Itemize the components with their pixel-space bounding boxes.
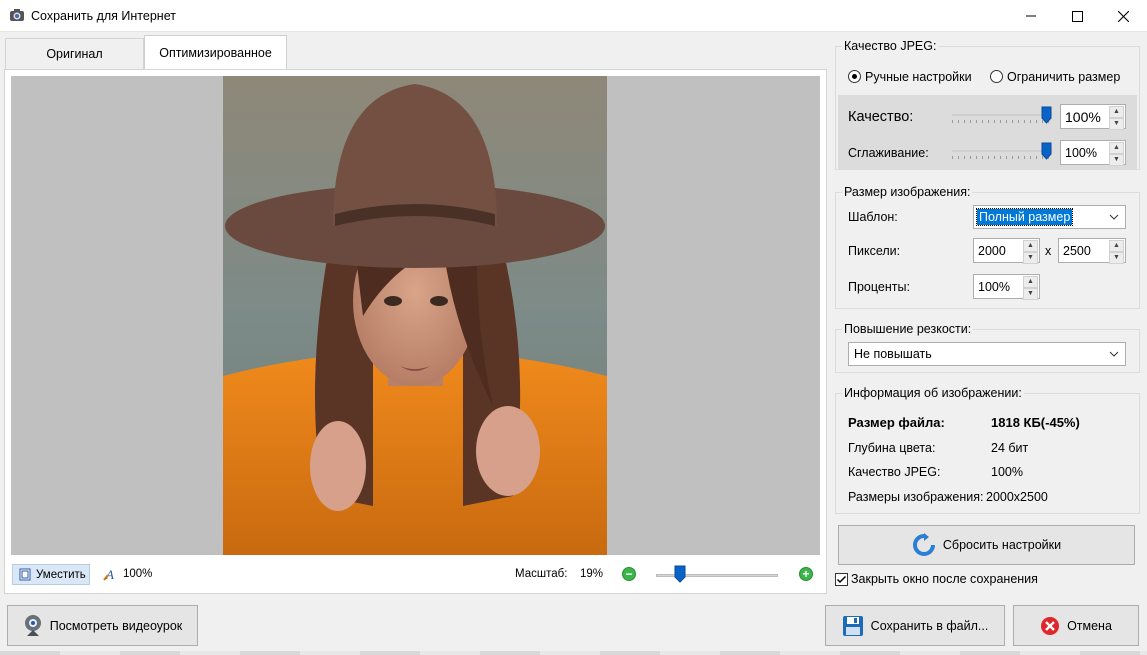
watch-video-label: Посмотреть видеоурок [49,618,183,633]
width-value: 2000 [978,243,1006,258]
image-info-group: Информация об изображении: Размер файла:… [835,386,1140,514]
pixels-label: Пиксели: [848,244,901,258]
minimize-icon [1026,15,1036,17]
width-up-icon[interactable]: ▲ [1023,240,1038,252]
jpeg-quality-group: Качество JPEG: Ручные настройки Ограничи… [835,39,1140,170]
fit-icon [19,568,31,581]
template-value: Полный размер [975,208,1074,226]
percent-value: 100% [978,279,1010,294]
window-title: Сохранить для Интернет [31,9,176,23]
close-after-save-checkbox[interactable]: Закрыть окно после сохранения [835,572,1038,586]
webcam-icon [24,614,41,636]
smoothing-up-icon[interactable]: ▲ [1109,142,1124,154]
cancel-label: Отмена [1067,618,1112,633]
times-label: x [1045,244,1052,258]
reset-settings-button[interactable]: Сбросить настройки [838,525,1135,565]
sharpen-select[interactable]: Не повышать [848,342,1126,366]
percent-label: Проценты: [848,280,910,294]
maximize-icon [1071,10,1083,22]
quality-label: Качество: [848,109,914,125]
sharpen-title: Повышение резкости: [842,322,974,336]
color-depth-label: Глубина цвета: [848,441,936,455]
watch-video-button[interactable]: Посмотреть видеоурок [7,605,198,646]
height-down-icon[interactable]: ▼ [1109,252,1124,264]
tab-original[interactable]: Оригинал [5,38,144,69]
refresh-icon [912,533,935,556]
portrait-photo [223,76,607,555]
save-to-file-label: Сохранить в файл... [870,618,989,633]
smoothing-value: 100% [1065,145,1097,160]
width-input[interactable]: 2000 ▲ ▼ [973,238,1040,264]
template-label: Шаблон: [848,210,898,224]
cancel-button[interactable]: Отмена [1013,605,1139,646]
quality-slider-thumb[interactable] [1041,106,1052,124]
percent-down-icon[interactable]: ▼ [1023,288,1038,300]
smoothing-slider[interactable] [952,142,1052,162]
floppy-icon [842,615,863,636]
tab-optimized[interactable]: Оптимизированное [144,35,287,69]
zoom-100-button[interactable]: A 100% [103,566,152,581]
percent-up-icon[interactable]: ▲ [1023,276,1038,288]
file-size-label: Размер файла: [848,415,945,430]
template-select[interactable]: Полный размер [973,205,1126,229]
manual-settings-radio[interactable] [848,70,861,83]
zoom-out-button[interactable]: − [622,567,636,581]
reset-settings-label: Сбросить настройки [942,538,1062,552]
height-up-icon[interactable]: ▲ [1109,240,1124,252]
scale-label: Масштаб: [515,568,568,580]
quality-down-icon[interactable]: ▼ [1109,118,1124,130]
height-value: 2500 [1063,243,1091,258]
close-after-save-label: Закрыть окно после сохранения [851,572,1038,586]
camera-icon [10,9,24,21]
smoothing-slider-thumb[interactable] [1041,142,1052,160]
quality-input[interactable]: 100% ▲ ▼ [1060,104,1126,130]
width-down-icon[interactable]: ▼ [1023,252,1038,264]
jpeg-quality-info-label: Качество JPEG: [848,465,941,479]
dimensions-value: 2000x2500 [986,490,1048,504]
color-depth-value: 24 бит [991,441,1029,455]
image-info-title: Информация об изображении: [842,386,1024,400]
title-bar: Сохранить для Интернет [0,0,1147,32]
save-to-file-button[interactable]: Сохранить в файл... [825,605,1005,646]
close-icon [1117,10,1129,22]
limit-size-radio[interactable] [990,70,1003,83]
percent-input[interactable]: 100% ▲ ▼ [973,274,1040,300]
quality-up-icon[interactable]: ▲ [1109,106,1124,118]
taskbar-edge [0,651,1147,655]
dimensions-label: Размеры изображения: [848,490,984,504]
quality-value: 100% [1065,108,1101,125]
zoom-100-label: 100% [123,567,153,580]
jpeg-quality-title: Качество JPEG: [842,39,939,53]
minimize-button[interactable] [1008,0,1054,32]
image-size-title: Размер изображения: [842,185,973,199]
close-button[interactable] [1100,0,1146,32]
fit-button[interactable]: Уместить [12,564,90,585]
zoom-out-icon: − [625,567,633,581]
zoom-in-icon: + [802,567,810,581]
sharpen-value: Не повышать [854,347,932,361]
height-input[interactable]: 2500 ▲ ▼ [1058,238,1126,264]
svg-text:A: A [105,567,114,581]
cancel-icon [1041,616,1060,635]
zoom-100-icon: A [103,567,114,581]
scale-value: 19% [580,568,604,580]
smoothing-input[interactable]: 100% ▲ ▼ [1060,140,1126,166]
smoothing-down-icon[interactable]: ▼ [1109,154,1124,166]
image-size-group: Размер изображения: Шаблон: Полный разме… [835,185,1140,309]
manual-settings-label: Ручные настройки [865,70,972,84]
preview-image[interactable] [223,76,607,555]
chevron-down-icon [1109,351,1119,357]
quality-slider[interactable] [952,106,1052,126]
fit-label: Уместить [36,568,86,581]
zoom-in-button[interactable]: + [799,567,813,581]
smoothing-label: Сглаживание: [848,146,929,160]
sharpen-group: Повышение резкости: Не повышать [835,322,1140,373]
zoom-slider-thumb[interactable] [674,565,686,583]
checkbox-icon [835,572,848,586]
jpeg-quality-info-value: 100% [991,465,1023,479]
limit-size-label: Ограничить размер [1007,70,1121,84]
chevron-down-icon [1109,214,1119,220]
maximize-button[interactable] [1054,0,1100,32]
file-size-value: 1818 КБ(-45%) [991,415,1080,430]
